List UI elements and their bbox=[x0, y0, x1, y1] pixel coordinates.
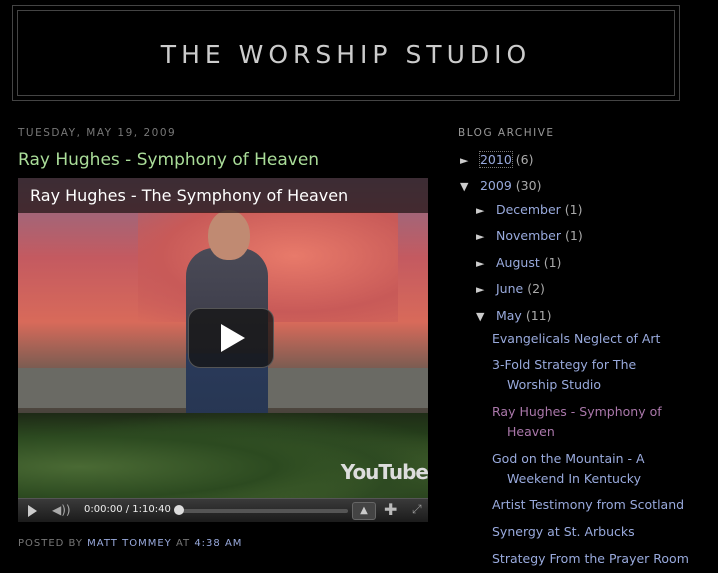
play-button[interactable] bbox=[188, 308, 274, 368]
video-plants bbox=[18, 413, 428, 503]
posted-at-label: AT bbox=[175, 538, 191, 549]
archive-count: (1) bbox=[564, 202, 583, 217]
fullscreen-icon[interactable]: ⤢ bbox=[412, 502, 422, 517]
video-backdrop bbox=[138, 212, 398, 322]
archive-count: (1) bbox=[565, 228, 583, 243]
expand-toggle-icon[interactable]: ► bbox=[476, 230, 492, 243]
archive-month-link[interactable]: May bbox=[496, 308, 522, 323]
video-time: 0:00:00 / 1:10:40 bbox=[84, 504, 171, 515]
archive-month-link[interactable]: June bbox=[496, 281, 523, 296]
archive-post-title: 3-Fold Strategy for The bbox=[492, 357, 637, 372]
video-controls: ◀)) 0:00:00 / 1:10:40 ▲ ✚ ⤢ bbox=[18, 498, 428, 522]
archive-month-link[interactable]: August bbox=[496, 255, 540, 270]
author-link[interactable]: MATT TOMMEY bbox=[87, 538, 172, 549]
archive-post-title-cont: Heaven bbox=[507, 424, 555, 439]
archive-count: (6) bbox=[515, 152, 534, 167]
play-icon bbox=[28, 505, 37, 517]
archive-month-june: ► June (2) bbox=[476, 281, 545, 296]
video-speaker-head bbox=[208, 210, 250, 260]
archive-month-link[interactable]: December bbox=[496, 202, 561, 217]
archive-post-link[interactable]: Artist Testimony from Scotland bbox=[492, 495, 692, 515]
video-player[interactable]: Ray Hughes - The Symphony of Heaven YouT… bbox=[18, 178, 428, 522]
archive-year-link[interactable]: 2010 bbox=[478, 151, 513, 168]
archive-post-link[interactable]: 3-Fold Strategy for The Worship Studio bbox=[492, 355, 692, 395]
post-date: TUESDAY, MAY 19, 2009 bbox=[18, 127, 177, 139]
archive-post-title-cont: Worship Studio bbox=[507, 377, 602, 392]
expand-toggle-icon[interactable]: ► bbox=[476, 257, 492, 270]
archive-year-2010: ► 2010 (6) bbox=[460, 151, 534, 168]
archive-post-link[interactable]: Evangelicals Neglect of Art bbox=[492, 329, 692, 349]
play-icon bbox=[221, 324, 245, 352]
archive-month-august: ► August (1) bbox=[476, 255, 561, 270]
collapse-toggle-icon[interactable]: ▼ bbox=[460, 180, 476, 193]
archive-post-title-cont: Weekend In Kentucky bbox=[507, 471, 641, 486]
post-footer: POSTED BY MATT TOMMEY AT 4:38 AM bbox=[18, 538, 242, 549]
video-title[interactable]: Ray Hughes - The Symphony of Heaven bbox=[30, 186, 348, 205]
archive-count: (1) bbox=[543, 255, 562, 270]
post-title[interactable]: Ray Hughes - Symphony of Heaven bbox=[18, 150, 319, 170]
progress-knob[interactable] bbox=[174, 505, 184, 515]
collapse-toggle-icon[interactable]: ▼ bbox=[476, 310, 492, 323]
archive-post-link-current[interactable]: Ray Hughes - Symphony of Heaven bbox=[492, 402, 692, 442]
expand-up-icon[interactable]: ▲ bbox=[352, 502, 376, 520]
posted-by-label: POSTED BY bbox=[18, 538, 83, 549]
archive-month-december: ► December (1) bbox=[476, 202, 583, 217]
archive-count: (30) bbox=[515, 178, 542, 193]
archive-post-title: Strategy From the Prayer Room bbox=[492, 551, 689, 566]
archive-post-title: Evangelicals Neglect of Art bbox=[492, 331, 661, 346]
archive-month-november: ► November (1) bbox=[476, 228, 583, 243]
archive-year-link[interactable]: 2009 bbox=[480, 178, 512, 193]
archive-post-link[interactable]: Strategy From the Prayer Room bbox=[492, 549, 692, 569]
archive-post-title: Ray Hughes - Symphony of bbox=[492, 404, 662, 419]
post-time-link[interactable]: 4:38 AM bbox=[194, 538, 242, 549]
plus-icon[interactable]: ✚ bbox=[384, 500, 397, 519]
archive-post-link[interactable]: Synergy at St. Arbucks bbox=[492, 522, 692, 542]
expand-toggle-icon[interactable]: ► bbox=[460, 154, 476, 167]
archive-post-title: Artist Testimony from Scotland bbox=[492, 497, 685, 512]
archive-post-title: Synergy at St. Arbucks bbox=[492, 524, 635, 539]
progress-track[interactable] bbox=[174, 505, 348, 515]
expand-toggle-icon[interactable]: ► bbox=[476, 204, 492, 217]
blog-header-inner: THE WORSHIP STUDIO bbox=[17, 10, 675, 96]
archive-month-link[interactable]: November bbox=[496, 228, 561, 243]
archive-post-title: God on the Mountain - A bbox=[492, 451, 645, 466]
archive-post-link[interactable]: God on the Mountain - A Weekend In Kentu… bbox=[492, 449, 692, 489]
blog-header: THE WORSHIP STUDIO bbox=[12, 5, 680, 101]
archive-month-may: ▼ May (11) bbox=[476, 308, 551, 323]
video-title-bar[interactable]: Ray Hughes - The Symphony of Heaven bbox=[18, 178, 428, 213]
control-play-button[interactable] bbox=[22, 502, 42, 520]
youtube-logo[interactable]: YouTube bbox=[341, 460, 428, 484]
expand-toggle-icon[interactable]: ► bbox=[476, 283, 492, 296]
blog-title[interactable]: THE WORSHIP STUDIO bbox=[18, 40, 674, 69]
volume-icon[interactable]: ◀)) bbox=[52, 503, 71, 517]
archive-count: (2) bbox=[527, 281, 545, 296]
archive-year-2009: ▼ 2009 (30) bbox=[460, 178, 541, 193]
sidebar-title: BLOG ARCHIVE bbox=[458, 127, 555, 139]
archive-count: (11) bbox=[525, 308, 552, 323]
